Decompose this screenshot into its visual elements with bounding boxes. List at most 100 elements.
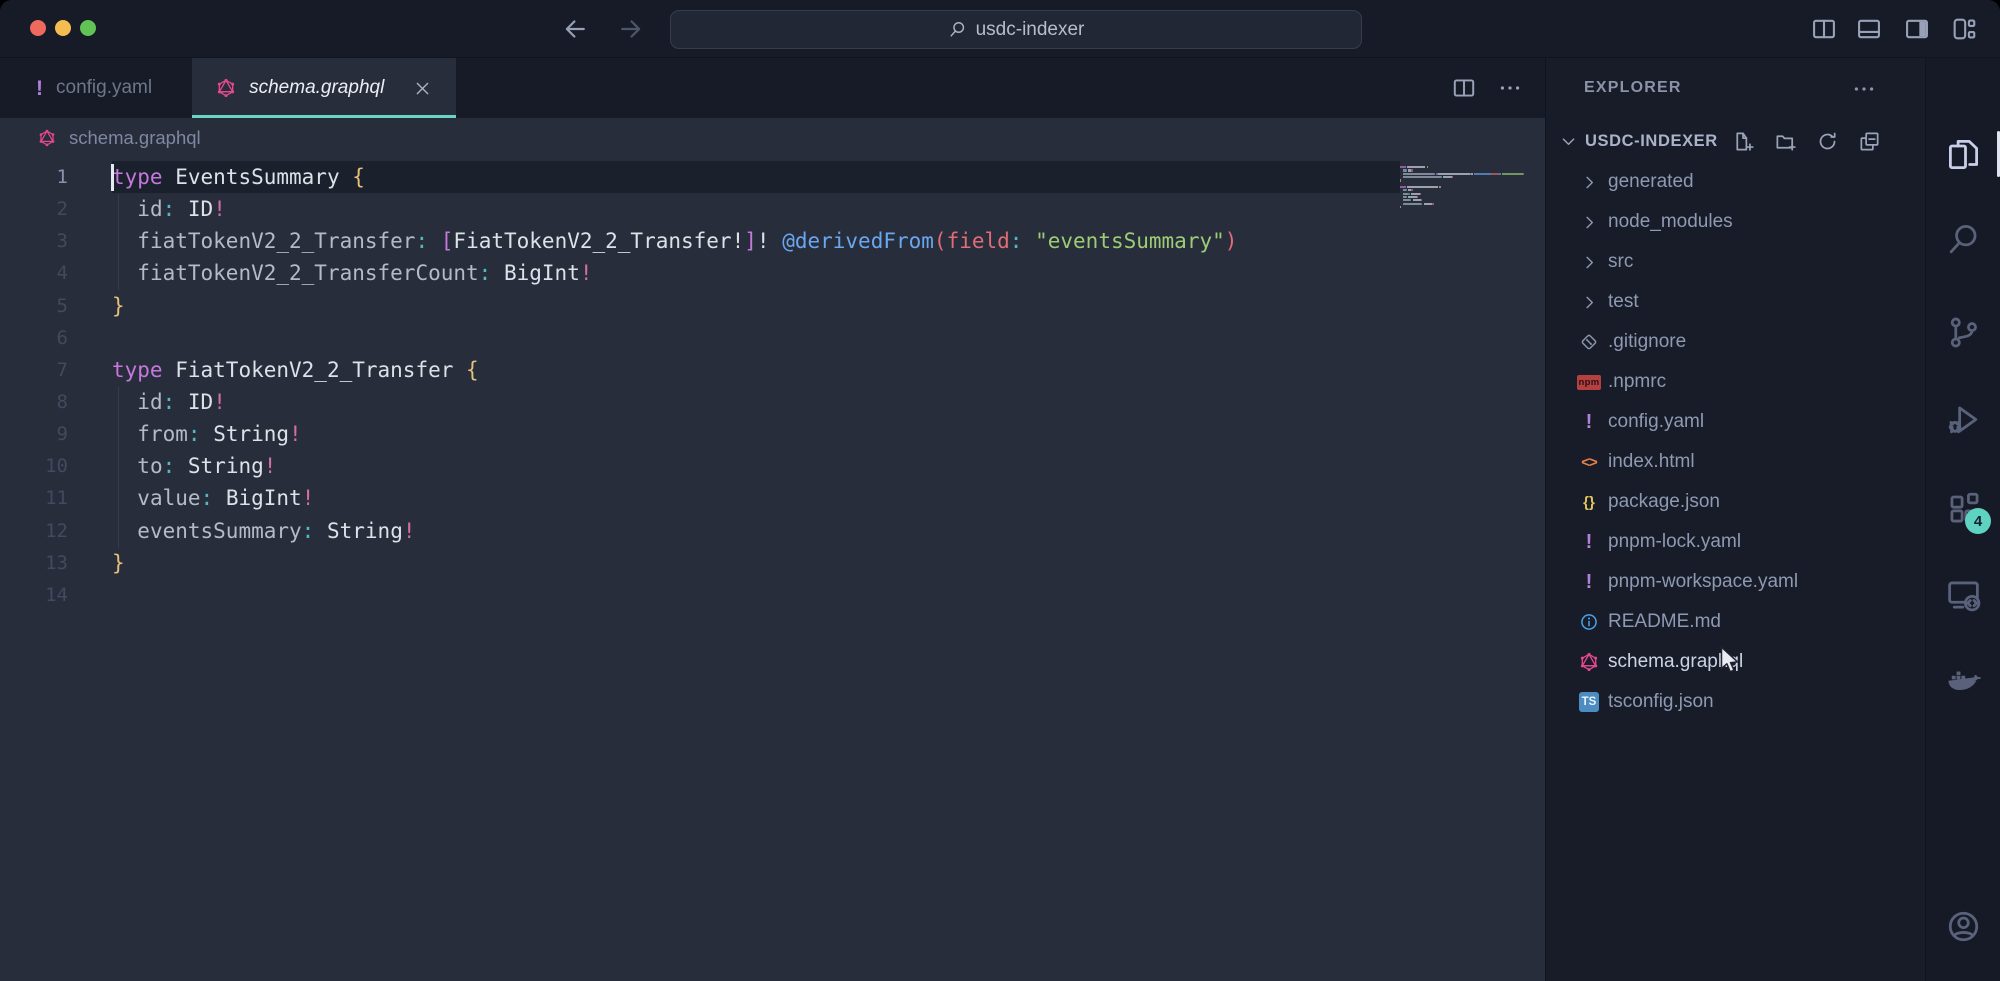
activity-account-button[interactable] (1926, 901, 2000, 951)
file-item-tsconfig-json[interactable]: TStsconfig.json (1546, 682, 1925, 722)
code-text: type EventsSummary { (112, 165, 365, 189)
window-zoom-button[interactable] (80, 20, 96, 36)
tab-schema-graphql[interactable]: schema.graphql (192, 58, 456, 118)
activity-search-button[interactable] (1926, 214, 2000, 264)
project-section-header[interactable]: USDC-INDEXER (1546, 120, 1925, 162)
extensions-badge: 4 (1965, 508, 1991, 534)
code-line[interactable]: 5} (0, 290, 1545, 322)
code-text: fiatTokenV2_2_Transfer: [FiatTokenV2_2_T… (112, 229, 1237, 253)
sidebar-right-icon[interactable] (1903, 15, 1931, 43)
file-name: config.yaml (1608, 411, 1704, 433)
refresh-icon[interactable] (1816, 130, 1839, 153)
npm-icon: npm (1577, 371, 1601, 393)
code-line[interactable]: 2 id: ID! (0, 193, 1545, 225)
file-name: pnpm-workspace.yaml (1608, 571, 1798, 593)
explorer-header: EXPLORER (1546, 58, 1925, 118)
command-center-search[interactable]: usdc-indexer (670, 10, 1362, 49)
activity-extensions-button[interactable]: 4 (1926, 482, 2000, 532)
code-line[interactable]: 13} (0, 547, 1545, 579)
explorer-title: EXPLORER (1584, 79, 1682, 97)
file-item-pnpm-lock-yaml[interactable]: !pnpm-lock.yaml (1546, 522, 1925, 562)
line-number: 11 (0, 487, 90, 509)
activity-bar: 4 (1925, 58, 2000, 981)
file-item-package-json[interactable]: {}package.json (1546, 482, 1925, 522)
code-line[interactable]: 1type EventsSummary { (0, 161, 1545, 193)
titlebar: usdc-indexer (0, 0, 2000, 58)
code-text: fiatTokenV2_2_TransferCount: BigInt! (112, 261, 593, 285)
collapse-all-icon[interactable] (1858, 130, 1881, 153)
code-text: to: String! (112, 454, 276, 478)
back-arrow-icon[interactable] (560, 14, 590, 44)
line-number: 4 (0, 262, 90, 284)
split-columns-icon[interactable] (1810, 15, 1838, 43)
mouse-cursor (1714, 644, 1744, 676)
new-folder-icon[interactable] (1774, 130, 1797, 153)
file-item-pnpm-workspace-yaml[interactable]: !pnpm-workspace.yaml (1546, 562, 1925, 602)
yaml-warning-icon: ! (36, 78, 43, 99)
file-item-gitignore[interactable]: .gitignore (1546, 322, 1925, 362)
forward-arrow-icon[interactable] (616, 14, 646, 44)
folder-item-src[interactable]: src (1546, 242, 1925, 282)
code-line[interactable]: 11 value: BigInt! (0, 482, 1545, 514)
code-line[interactable]: 3 fiatTokenV2_2_Transfer: [FiatTokenV2_2… (0, 225, 1545, 257)
code-line[interactable]: 10 to: String! (0, 450, 1545, 482)
file-item-npmrc[interactable]: npm.npmrc (1546, 362, 1925, 402)
code-text: } (112, 551, 125, 575)
file-name: index.html (1608, 451, 1695, 473)
code-text: value: BigInt! (112, 486, 314, 510)
folder-item-generated[interactable]: generated (1546, 162, 1925, 202)
code-line[interactable]: 8 id: ID! (0, 386, 1545, 418)
line-number: 14 (0, 584, 90, 606)
account-icon (1945, 908, 1982, 945)
activity-source-control-button[interactable] (1926, 307, 2000, 357)
activity-docker-button[interactable] (1926, 654, 2000, 704)
file-item-config-yaml[interactable]: ! config.yaml (1546, 402, 1925, 442)
search-value: usdc-indexer (976, 19, 1085, 41)
new-file-icon[interactable] (1732, 130, 1755, 153)
explorer-more-icon[interactable] (1851, 76, 1877, 102)
line-number: 8 (0, 391, 90, 413)
chevron-down-icon[interactable] (1559, 132, 1578, 151)
explorer-icon (1945, 136, 1982, 173)
activity-remote-explorer-button[interactable] (1926, 569, 2000, 619)
line-number: 9 (0, 423, 90, 445)
tab-config-yaml[interactable]: ! config.yaml (12, 58, 176, 118)
file-name: package.json (1608, 491, 1720, 513)
folder-item-test[interactable]: test (1546, 282, 1925, 322)
code-lines: 1type EventsSummary {2 id: ID!3 fiatToke… (0, 161, 1545, 611)
html-icon: <> (1577, 451, 1601, 473)
file-name: src (1608, 251, 1633, 273)
code-text: type FiatTokenV2_2_Transfer { (112, 358, 479, 382)
file-item-README-md[interactable]: README.md (1546, 602, 1925, 642)
minimap[interactable] (1400, 166, 1526, 213)
code-editor[interactable]: 1type EventsSummary {2 id: ID!3 fiatToke… (0, 158, 1545, 981)
more-actions-icon[interactable] (1497, 75, 1523, 101)
code-line[interactable]: 12 eventsSummary: String! (0, 515, 1545, 547)
chevron-right-icon (1577, 211, 1601, 233)
window-close-button[interactable] (30, 20, 46, 36)
file-name: generated (1608, 171, 1694, 193)
activity-explorer-button[interactable] (1926, 129, 2000, 179)
window-minimize-button[interactable] (55, 20, 71, 36)
remote-explorer-icon (1945, 576, 1982, 613)
typescript-icon: TS (1577, 691, 1601, 713)
code-line[interactable]: 7type FiatTokenV2_2_Transfer { (0, 354, 1545, 386)
file-tree: generatednode_modulessrctest.gitignorenp… (1546, 162, 1925, 722)
file-name: pnpm-lock.yaml (1608, 531, 1741, 553)
graphql-icon (216, 78, 236, 98)
file-item-index-html[interactable]: <> index.html (1546, 442, 1925, 482)
activity-run-debug-button[interactable] (1926, 394, 2000, 444)
split-editor-icon[interactable] (1451, 75, 1477, 101)
yaml-warning-icon: ! (1577, 411, 1601, 433)
customize-layout-icon[interactable] (1950, 15, 1978, 43)
code-line[interactable]: 4 fiatTokenV2_2_TransferCount: BigInt! (0, 257, 1545, 289)
search-icon (1945, 221, 1982, 258)
panel-bottom-icon[interactable] (1855, 15, 1883, 43)
code-line[interactable]: 6 (0, 322, 1545, 354)
code-line[interactable]: 9 from: String! (0, 418, 1545, 450)
breadcrumb[interactable]: schema.graphql (0, 118, 1545, 158)
file-name: node_modules (1608, 211, 1733, 233)
close-icon[interactable] (413, 79, 432, 98)
folder-item-node-modules[interactable]: node_modules (1546, 202, 1925, 242)
code-line[interactable]: 14 (0, 579, 1545, 611)
